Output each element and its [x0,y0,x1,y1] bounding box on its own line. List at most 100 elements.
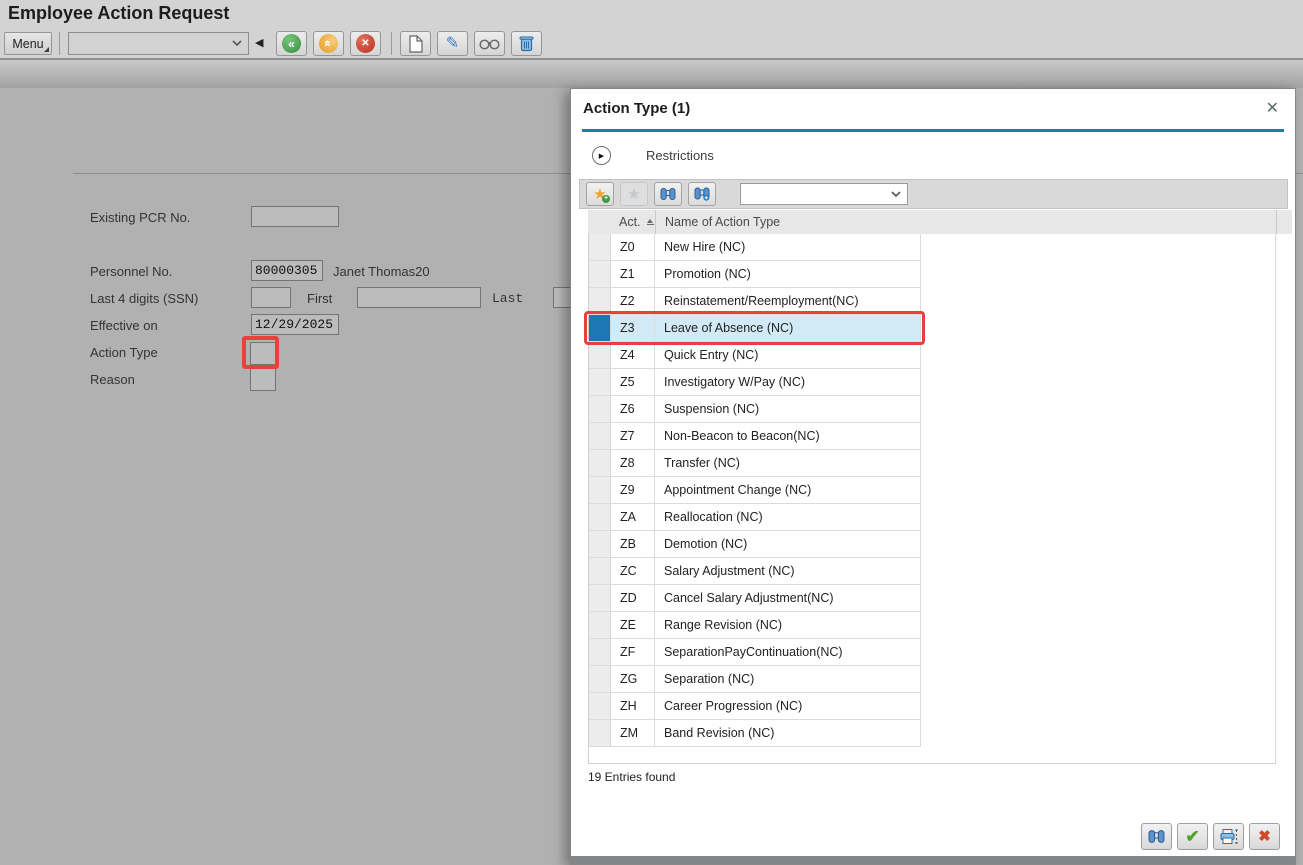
action-type-label: Action Type [90,345,158,360]
row-name-value: Separation (NC) [655,666,920,692]
row-select-cell[interactable] [589,666,611,692]
existing-pcr-input[interactable] [251,206,339,227]
screen-header: Employee Action Request Menu ◀ « « ✕ ✎ [0,0,1303,58]
find-icon [1148,829,1165,844]
dialog-title-rule [582,129,1284,132]
expand-restrictions-button[interactable]: ▶ [592,146,611,165]
row-name-value: Suspension (NC) [655,396,920,422]
row-name-value: New Hire (NC) [655,234,920,260]
create-button[interactable] [400,31,431,56]
row-select-cell[interactable] [589,369,611,395]
table-row[interactable]: Z5Investigatory W/Pay (NC) [589,369,921,396]
header-name[interactable]: Name of Action Type [655,210,1276,234]
menu-corner-icon [44,47,49,52]
accept-button[interactable]: ✔ [1177,823,1208,850]
back-button[interactable]: « [276,31,307,56]
row-act-value: ZA [611,504,655,530]
table-row[interactable]: ZMBand Revision (NC) [589,720,921,747]
effective-on-label: Effective on [90,318,158,333]
insert-favorite-button[interactable]: ★ + [586,182,614,206]
row-act-value: Z9 [611,477,655,503]
row-select-cell[interactable] [589,558,611,584]
row-name-value: Appointment Change (NC) [655,477,920,503]
chevron-down-icon [232,40,242,47]
row-select-cell[interactable] [589,477,611,503]
row-act-value: Z1 [611,261,655,287]
table-row[interactable]: ZGSeparation (NC) [589,666,921,693]
table-row[interactable]: Z9Appointment Change (NC) [589,477,921,504]
display-button[interactable] [474,31,505,56]
table-row[interactable]: Z4Quick Entry (NC) [589,342,921,369]
cancel-icon: ✕ [356,34,375,53]
row-select-cell[interactable] [589,288,611,314]
table-row[interactable]: ZFSeparationPayContinuation(NC) [589,639,921,666]
header-endcap [1276,210,1292,234]
command-field[interactable] [68,32,249,55]
dialog-cancel-button[interactable]: ✖ [1249,823,1280,850]
annotation-action-type-field [242,336,279,369]
cancel-button[interactable]: ✕ [350,31,381,56]
personal-list-button-disabled: ★ [620,182,648,206]
table-row[interactable]: Z3Leave of Absence (NC) [589,315,921,342]
table-row[interactable]: Z0New Hire (NC) [589,234,921,261]
table-row[interactable]: ZAReallocation (NC) [589,504,921,531]
row-name-value: Leave of Absence (NC) [655,315,920,341]
cancel-icon: ✖ [1258,829,1271,844]
delete-button[interactable] [511,31,542,56]
close-icon[interactable]: ✕ [1266,98,1279,118]
collapse-icon[interactable]: ◀ [255,36,263,49]
menu-button-label: Menu [12,37,43,51]
personnel-no-input[interactable]: 80000305 [251,260,323,281]
row-select-cell[interactable] [589,450,611,476]
table-row[interactable]: ZBDemotion (NC) [589,531,921,558]
table-row[interactable]: Z8Transfer (NC) [589,450,921,477]
last-name-label: Last [492,291,523,306]
row-act-value: Z3 [611,315,655,341]
header-shadow [0,58,1303,88]
row-select-cell[interactable] [589,234,611,260]
find-next-button[interactable] [688,182,716,206]
ssn-label: Last 4 digits (SSN) [90,291,198,306]
create-icon [408,35,423,53]
row-select-cell[interactable] [589,342,611,368]
reason-input[interactable] [250,368,276,391]
row-select-cell[interactable] [589,693,611,719]
header-act[interactable]: Act. [610,210,655,234]
row-select-cell[interactable] [589,720,611,746]
row-select-cell[interactable] [589,504,611,530]
row-select-cell[interactable] [589,531,611,557]
row-select-cell[interactable] [589,639,611,665]
row-act-value: Z6 [611,396,655,422]
row-select-cell[interactable] [589,612,611,638]
table-row[interactable]: Z6Suspension (NC) [589,396,921,423]
row-select-cell[interactable] [589,261,611,287]
print-button[interactable] [1213,823,1244,850]
table-row[interactable]: Z1Promotion (NC) [589,261,921,288]
dialog-filter-combobox[interactable] [740,183,908,205]
table-row[interactable]: ZCSalary Adjustment (NC) [589,558,921,585]
exit-button[interactable]: « [313,31,344,56]
row-select-cell[interactable] [589,423,611,449]
header-act-label: Act. [619,215,641,229]
exit-icon: « [319,34,338,53]
table-row[interactable]: ZHCareer Progression (NC) [589,693,921,720]
row-select-cell[interactable] [589,396,611,422]
row-select-cell[interactable] [589,315,611,341]
table-row[interactable]: ZERange Revision (NC) [589,612,921,639]
row-act-value: Z4 [611,342,655,368]
table-row[interactable]: Z7Non-Beacon to Beacon(NC) [589,423,921,450]
header-name-label: Name of Action Type [665,215,780,229]
accept-icon: ✔ [1185,828,1199,845]
find-button[interactable] [654,182,682,206]
edit-button[interactable]: ✎ [437,31,468,56]
row-select-cell[interactable] [589,585,611,611]
dialog-find-button[interactable] [1141,823,1172,850]
row-act-value: ZD [611,585,655,611]
table-row[interactable]: Z2Reinstatement/Reemployment(NC) [589,288,921,315]
effective-on-input[interactable]: 12/29/2025 [251,314,339,335]
first-name-input[interactable] [357,287,481,308]
ssn-input[interactable] [251,287,291,308]
toolbar-divider [391,32,392,55]
menu-button[interactable]: Menu [4,32,52,55]
table-row[interactable]: ZDCancel Salary Adjustment(NC) [589,585,921,612]
